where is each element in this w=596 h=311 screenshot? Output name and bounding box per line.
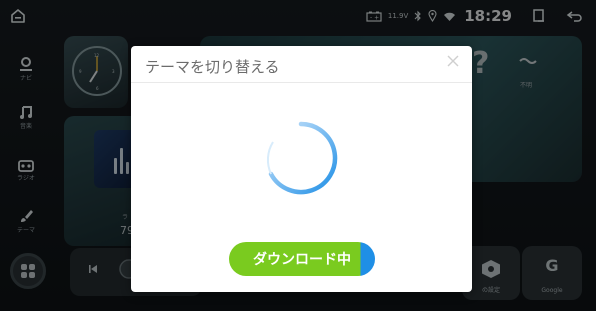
loading-spinner-icon xyxy=(266,121,338,195)
close-icon[interactable] xyxy=(446,54,460,68)
downloading-button[interactable]: ダウンロード中 xyxy=(229,242,375,276)
dialog-title: テーマを切り替える xyxy=(145,58,280,76)
dialog-divider xyxy=(131,82,472,83)
downloading-button-label: ダウンロード中 xyxy=(253,252,351,268)
home-screen: - + 11.9V 18:29 ナビ 音楽 ラジオ テーマ 12 3 6 9 ラ… xyxy=(0,0,596,311)
theme-switch-dialog: テーマを切り替える ダウンロード中 xyxy=(131,46,472,292)
